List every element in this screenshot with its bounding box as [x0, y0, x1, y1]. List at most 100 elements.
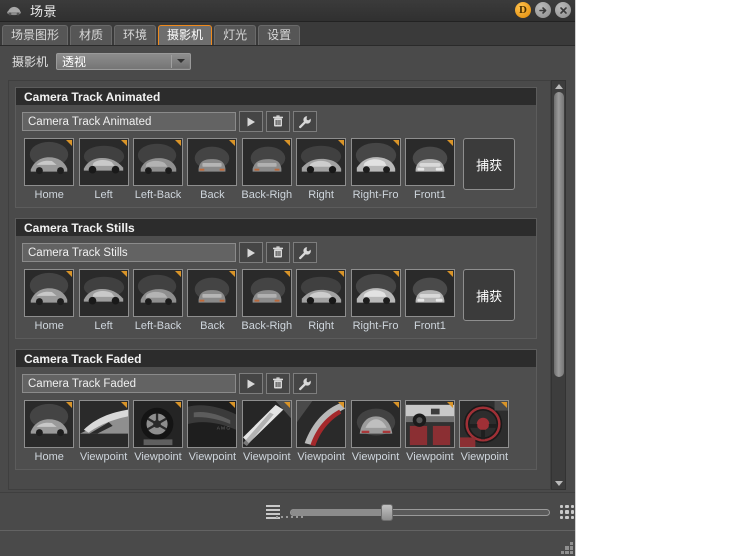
tab-lights[interactable]: 灯光	[214, 25, 257, 45]
viewpoint-thumbnail[interactable]: Viewpoint	[76, 400, 130, 463]
grid-view-icon[interactable]	[560, 505, 574, 519]
camera-track-group-title: Camera Track Stills	[16, 219, 536, 236]
viewpoint-thumbnail-image[interactable]	[350, 269, 401, 317]
camera-track-name-input[interactable]	[22, 374, 236, 393]
viewpoint-thumbnail-image[interactable]	[132, 400, 183, 448]
camera-track-name-input[interactable]	[22, 243, 236, 262]
viewpoint-thumbnail[interactable]: Left-Back	[131, 138, 185, 201]
detach-button[interactable]	[535, 2, 551, 18]
window-title: 场景	[30, 4, 58, 19]
play-icon[interactable]	[239, 373, 263, 394]
viewpoint-thumbnail[interactable]: Home	[22, 269, 76, 332]
viewpoint-marker-icon	[283, 402, 290, 408]
viewpoint-thumbnail[interactable]: A M G Viewpoint	[185, 400, 239, 463]
viewpoint-thumbnail[interactable]: Home	[22, 400, 76, 463]
settings-icon[interactable]	[293, 373, 317, 394]
capture-button[interactable]: 捕获	[463, 138, 516, 190]
viewpoint-thumbnail-image[interactable]	[404, 400, 455, 448]
tab-settings[interactable]: 设置	[258, 25, 301, 45]
chevron-down-icon[interactable]	[171, 54, 190, 68]
viewpoint-thumbnail-image[interactable]	[350, 138, 401, 186]
viewpoint-thumbnail[interactable]: Viewpoint	[294, 400, 348, 463]
viewpoint-marker-icon	[446, 140, 453, 146]
scrollbar-thumb[interactable]	[553, 92, 564, 377]
tab-materials[interactable]: 材质	[70, 25, 113, 45]
drag-grip[interactable]	[276, 514, 312, 520]
viewpoint-thumbnail-image[interactable]	[241, 138, 292, 186]
viewpoint-thumbnail[interactable]: Left	[76, 269, 130, 332]
viewpoint-thumbnail[interactable]: Viewpoint	[348, 400, 402, 463]
viewpoint-thumbnail[interactable]: Front1	[403, 138, 457, 201]
camera-track-group-body: Home Viewpoint Viewpoint A M GViewpoint …	[16, 367, 536, 469]
settings-icon[interactable]	[293, 242, 317, 263]
viewpoint-thumbnail-image[interactable]	[404, 138, 455, 186]
viewpoint-thumbnail-image[interactable]	[187, 269, 238, 317]
viewpoint-thumbnail[interactable]: Home	[22, 138, 76, 201]
delete-icon[interactable]	[266, 242, 290, 263]
delete-icon[interactable]	[266, 373, 290, 394]
viewpoint-thumbnail[interactable]: Viewpoint	[457, 400, 511, 463]
viewpoint-thumbnail[interactable]: Left	[76, 138, 130, 201]
tab-cameras[interactable]: 摄影机	[158, 25, 213, 45]
viewpoint-thumbnail-image[interactable]	[241, 269, 292, 317]
viewpoint-thumbnail[interactable]: Back	[185, 138, 239, 201]
viewpoint-thumbnail[interactable]: Right-Fro	[348, 138, 402, 201]
viewpoint-thumbnail-image[interactable]	[404, 269, 455, 317]
tab-environment[interactable]: 环境	[114, 25, 157, 45]
viewpoint-thumbnail[interactable]: Right	[294, 269, 348, 332]
capture-button[interactable]: 捕获	[463, 269, 516, 321]
camera-tracks-scroll-area: Camera Track Animated Home Left Left-Bac…	[8, 80, 568, 490]
viewpoint-thumbnail[interactable]: Left-Back	[131, 269, 185, 332]
viewpoint-thumbnail[interactable]: Right-Fro	[348, 269, 402, 332]
play-icon[interactable]	[239, 242, 263, 263]
viewpoint-thumbnail-image[interactable]	[24, 269, 75, 317]
viewpoint-thumbnail[interactable]: Viewpoint	[240, 400, 294, 463]
viewpoint-thumbnail[interactable]: Right	[294, 138, 348, 201]
viewpoint-thumbnail-image[interactable]	[459, 400, 510, 448]
viewpoint-thumbnail-label: Viewpoint	[460, 451, 509, 463]
close-button[interactable]	[555, 2, 571, 18]
vertical-scrollbar[interactable]	[551, 80, 566, 490]
camera-track-name-row	[22, 242, 530, 263]
viewpoint-thumbnail[interactable]: Back	[185, 269, 239, 332]
viewpoint-thumbnail-image[interactable]	[350, 400, 401, 448]
viewpoint-thumbnail-image[interactable]	[241, 400, 292, 448]
delete-icon[interactable]	[266, 111, 290, 132]
viewpoint-thumbnail-image[interactable]	[132, 269, 183, 317]
viewpoint-thumbnail-image[interactable]	[132, 138, 183, 186]
settings-icon[interactable]	[293, 111, 317, 132]
viewpoint-thumbnail[interactable]: Viewpoint	[131, 400, 185, 463]
viewpoint-thumbnail[interactable]: Back-Righ	[240, 269, 294, 332]
viewpoint-thumbnail-image[interactable]	[78, 400, 129, 448]
viewpoint-marker-icon	[338, 140, 345, 146]
viewpoint-thumbnail[interactable]: Viewpoint	[403, 400, 457, 463]
slider-handle[interactable]	[381, 504, 393, 521]
dongle-button[interactable]: D	[515, 2, 531, 18]
viewpoint-thumbnail-image[interactable]	[187, 138, 238, 186]
scrollbar-track[interactable]	[552, 92, 565, 478]
scroll-up-arrow-icon[interactable]	[552, 81, 565, 92]
viewpoint-thumbnail-image[interactable]	[24, 138, 75, 186]
viewpoint-marker-icon	[446, 271, 453, 277]
viewpoint-marker-icon	[501, 402, 508, 408]
thumbnail-size-slider[interactable]	[290, 504, 550, 521]
scroll-down-arrow-icon[interactable]	[552, 478, 565, 489]
play-icon[interactable]	[239, 111, 263, 132]
resize-grip-icon[interactable]	[561, 542, 573, 554]
viewpoint-thumbnail-image[interactable]	[296, 269, 347, 317]
viewpoint-thumbnail-image[interactable]	[78, 138, 129, 186]
viewpoint-thumbnail-image[interactable]	[78, 269, 129, 317]
camera-track-group-body: Home Left Left-Back Back Back-Righ Right…	[16, 105, 536, 207]
camera-selector-dropdown[interactable]: 透视	[56, 52, 192, 70]
viewpoint-thumbnail-image[interactable]	[296, 400, 347, 448]
window-buttons: D	[515, 2, 571, 18]
tab-scene-graph[interactable]: 场景图形	[2, 25, 69, 45]
viewpoint-thumbnail-label: Front1	[414, 189, 446, 201]
camera-track-name-input[interactable]	[22, 112, 236, 131]
viewpoint-thumbnail[interactable]: Front1	[403, 269, 457, 332]
viewpoint-thumbnail-image[interactable]	[296, 138, 347, 186]
viewpoint-thumbnail-image[interactable]	[24, 400, 75, 448]
viewpoint-thumbnail[interactable]: Back-Righ	[240, 138, 294, 201]
viewpoint-thumbnail-label: Right-Fro	[352, 320, 399, 332]
viewpoint-thumbnail-image[interactable]: A M G	[187, 400, 238, 448]
